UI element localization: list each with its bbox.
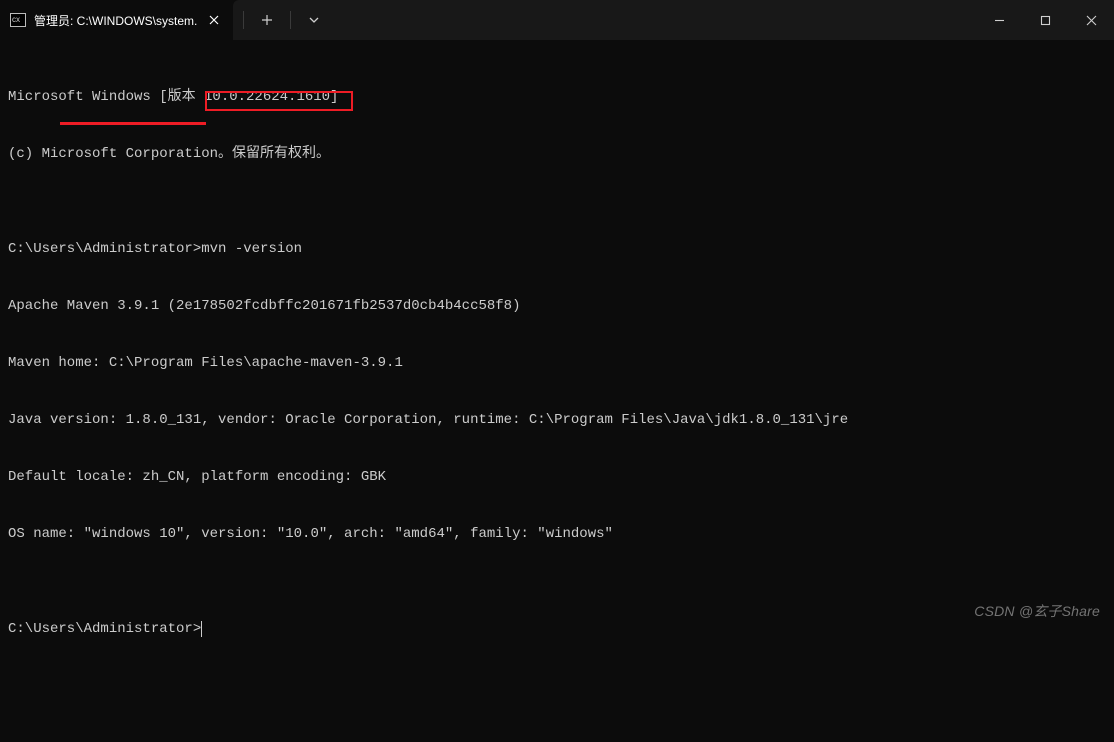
output-line: (c) Microsoft Corporation。保留所有权利。	[8, 145, 1106, 164]
cursor	[201, 621, 202, 637]
maximize-icon	[1040, 15, 1051, 26]
prompt-text: C:\Users\Administrator>	[8, 621, 201, 637]
command-text: mvn -version	[201, 241, 302, 257]
watermark: CSDN @玄子Share	[974, 601, 1100, 621]
maximize-button[interactable]	[1022, 15, 1068, 26]
close-icon	[1086, 15, 1097, 26]
minimize-icon	[994, 15, 1005, 26]
minimize-button[interactable]	[976, 15, 1022, 26]
tab-close-button[interactable]	[205, 11, 223, 29]
terminal-icon: cx	[10, 13, 26, 27]
output-line: C:\Users\Administrator>mvn -version	[8, 240, 1106, 259]
output-line: Default locale: zh_CN, platform encoding…	[8, 468, 1106, 487]
tab-dropdown-button[interactable]	[297, 5, 331, 35]
window-controls	[976, 15, 1114, 26]
close-window-button[interactable]	[1068, 15, 1114, 26]
output-line: OS name: "windows 10", version: "10.0", …	[8, 525, 1106, 544]
annotation-underline	[60, 111, 206, 125]
titlebar: cx 管理员: C:\WINDOWS\system.	[0, 0, 1114, 40]
plus-icon	[261, 14, 273, 26]
output-line: Microsoft Windows [版本 10.0.22624.1610]	[8, 88, 1106, 107]
tab-separator	[243, 11, 244, 29]
prompt-text: C:\Users\Administrator>	[8, 241, 201, 257]
close-icon	[209, 15, 219, 25]
output-line: Apache Maven 3.9.1 (2e178502fcdbffc20167…	[8, 297, 1106, 316]
new-tab-button[interactable]	[250, 5, 284, 35]
tab-separator-2	[290, 11, 291, 29]
output-line: C:\Users\Administrator>	[8, 620, 1106, 639]
tabbar	[233, 0, 1114, 40]
tab-active[interactable]: cx 管理员: C:\WINDOWS\system.	[0, 0, 233, 40]
terminal-output[interactable]: Microsoft Windows [版本 10.0.22624.1610] (…	[0, 40, 1114, 742]
chevron-down-icon	[309, 15, 319, 25]
output-line: Maven home: C:\Program Files\apache-mave…	[8, 354, 1106, 373]
output-line: Java version: 1.8.0_131, vendor: Oracle …	[8, 411, 1106, 430]
tab-title: 管理员: C:\WINDOWS\system.	[34, 12, 197, 29]
